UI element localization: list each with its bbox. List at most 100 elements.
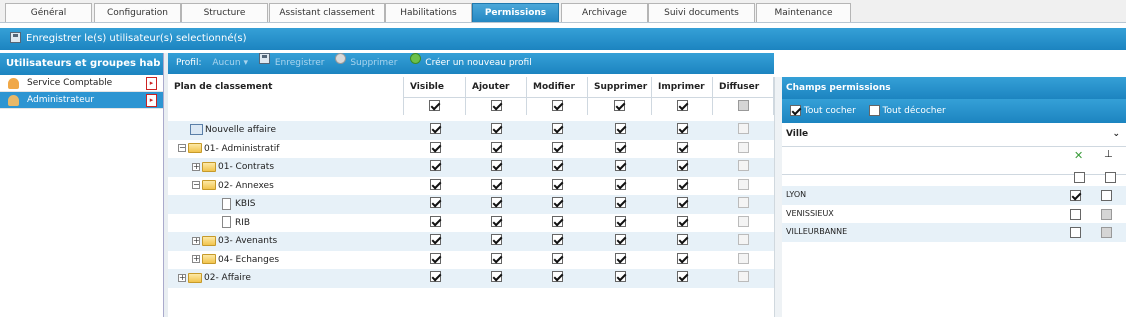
user-item[interactable]: Administrateur ▸ — [0, 92, 163, 109]
permission-checkbox[interactable] — [552, 123, 563, 134]
permission-checkbox[interactable] — [491, 178, 502, 190]
tab-suivi-documents[interactable]: Suivi documents — [648, 3, 755, 22]
tree-row: +02- Affaire — [168, 269, 774, 288]
right-splitter[interactable] — [774, 77, 782, 317]
permission-checkbox[interactable] — [552, 197, 563, 208]
permission-checkbox[interactable] — [552, 271, 563, 282]
value-sub-checkbox[interactable] — [1101, 208, 1112, 220]
tab-général[interactable]: Général — [5, 3, 92, 22]
value-checkbox[interactable] — [1070, 208, 1081, 220]
tab-habilitations[interactable]: Habilitations — [385, 3, 472, 22]
column-checkbox[interactable] — [614, 100, 625, 111]
value-checkbox[interactable] — [1070, 227, 1081, 238]
user-item[interactable]: Service Comptable ▸ — [0, 75, 163, 92]
tree-node[interactable]: − 01- Administratif — [178, 140, 279, 159]
col2-all-checkbox[interactable] — [1105, 172, 1116, 183]
permission-checkbox[interactable] — [614, 252, 626, 264]
save-users-button[interactable]: Enregistrer le(s) utilisateur(s) selecti… — [10, 32, 247, 44]
pdf-icon[interactable]: ▸ — [146, 94, 157, 107]
tree-node[interactable]: +03- Avenants — [192, 232, 277, 251]
permission-checkbox[interactable] — [429, 271, 441, 282]
tree-node[interactable]: Nouvelle affaire — [190, 121, 276, 140]
permission-checkbox[interactable] — [429, 215, 441, 227]
tab-maintenance[interactable]: Maintenance — [756, 3, 851, 22]
permission-checkbox[interactable] — [552, 178, 563, 190]
permission-cell — [404, 140, 466, 159]
permission-checkbox[interactable] — [614, 215, 626, 227]
permission-checkbox[interactable] — [552, 252, 563, 264]
new-profile-button[interactable]: Créer un nouveau profil — [410, 53, 532, 74]
permission-checkbox[interactable] — [677, 141, 688, 153]
permission-checkbox[interactable] — [491, 123, 502, 134]
permission-checkbox[interactable] — [491, 141, 502, 153]
check-all-button[interactable]: Tout cocher — [790, 105, 856, 116]
permission-checkbox[interactable] — [429, 123, 441, 134]
tree-node[interactable]: − 02- Annexes — [192, 177, 274, 196]
permission-checkbox[interactable] — [491, 160, 502, 171]
permission-checkbox[interactable] — [491, 234, 502, 245]
permission-checkbox[interactable] — [429, 197, 441, 208]
permission-checkbox[interactable] — [491, 197, 502, 208]
pdf-icon[interactable]: ▸ — [146, 77, 157, 90]
delete-profile-button[interactable]: Supprimer — [335, 53, 397, 74]
tools-cross-icon: ✕ — [1074, 149, 1084, 162]
permission-checkbox[interactable] — [552, 141, 563, 153]
permission-checkbox[interactable] — [614, 178, 626, 190]
value-sub-checkbox[interactable] — [1101, 227, 1112, 238]
permission-checkbox[interactable] — [614, 123, 626, 134]
permission-checkbox[interactable] — [677, 271, 688, 282]
expand-icon[interactable]: + — [192, 162, 200, 171]
permission-checkbox[interactable] — [677, 160, 688, 171]
permission-checkbox[interactable] — [552, 160, 563, 171]
permission-checkbox[interactable] — [677, 234, 688, 245]
permission-checkbox[interactable] — [614, 197, 626, 208]
tree-node[interactable]: KBIS — [222, 195, 255, 214]
permission-checkbox[interactable] — [614, 271, 626, 282]
expand-icon[interactable]: + — [192, 255, 200, 263]
tab-assistant-classement[interactable]: Assistant classement — [269, 3, 385, 22]
permission-checkbox[interactable] — [677, 123, 688, 134]
permission-checkbox[interactable] — [677, 197, 688, 208]
column-checkbox[interactable] — [676, 100, 688, 111]
collapse-icon[interactable]: − — [178, 144, 186, 152]
permission-checkbox[interactable] — [677, 178, 688, 190]
permission-checkbox[interactable] — [552, 234, 563, 245]
permission-checkbox[interactable] — [429, 178, 441, 190]
permission-checkbox[interactable] — [429, 234, 441, 245]
permission-checkbox[interactable] — [677, 215, 688, 227]
tab-archivage[interactable]: Archivage — [561, 3, 648, 22]
expand-icon[interactable]: + — [178, 273, 186, 282]
permission-checkbox[interactable] — [491, 215, 502, 227]
expand-icon[interactable]: + — [192, 236, 200, 245]
collapse-icon[interactable]: − — [192, 181, 200, 189]
tab-permissions[interactable]: Permissions — [472, 3, 559, 22]
uncheck-all-button[interactable]: Tout décocher — [868, 105, 946, 116]
permission-checkbox[interactable] — [429, 141, 441, 153]
save-profile-button[interactable]: Enregistrer — [258, 53, 324, 74]
value-checkbox[interactable] — [1070, 190, 1081, 201]
tab-structure[interactable]: Structure — [181, 3, 268, 22]
value-sub-checkbox[interactable] — [1101, 190, 1112, 201]
permission-checkbox[interactable] — [614, 234, 626, 245]
permission-checkbox[interactable] — [552, 215, 563, 227]
permission-cell — [652, 140, 713, 159]
permission-checkbox[interactable] — [614, 141, 626, 153]
col1-all-checkbox[interactable] — [1074, 172, 1085, 183]
permission-checkbox[interactable] — [429, 252, 441, 264]
permission-checkbox[interactable] — [491, 271, 502, 282]
tree-node[interactable]: +01- Contrats — [192, 158, 274, 177]
column-checkbox[interactable] — [490, 100, 502, 111]
permission-checkbox[interactable] — [429, 160, 441, 171]
tab-configuration[interactable]: Configuration — [94, 3, 181, 22]
column-checkbox[interactable] — [429, 100, 440, 111]
tree-node[interactable]: +02- Affaire — [178, 269, 251, 288]
permission-checkbox[interactable] — [677, 252, 688, 264]
profil-select[interactable]: Aucun ▾ — [212, 53, 248, 74]
field-header[interactable]: Ville ⌄ — [782, 123, 1126, 147]
tree-node[interactable]: RIB — [222, 214, 250, 233]
permission-checkbox[interactable] — [491, 252, 502, 264]
tree-node[interactable]: +04- Echanges — [192, 251, 279, 270]
column-checkbox[interactable] — [551, 100, 563, 111]
permission-checkbox[interactable] — [614, 160, 626, 171]
tree-label: 03- Avenants — [218, 236, 278, 246]
